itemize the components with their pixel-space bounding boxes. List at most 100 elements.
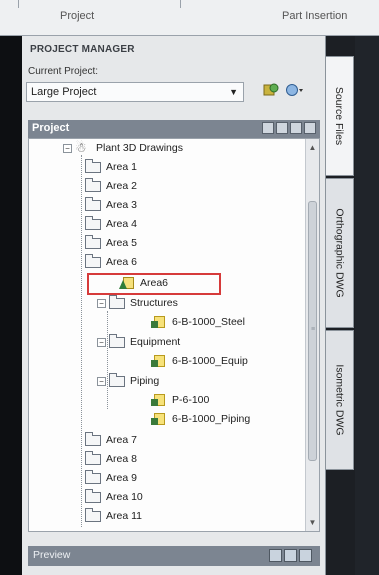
tree-node-area-8[interactable]: Area 8 [85, 450, 137, 468]
vertical-tab-strip: Source Files Orthographic DWG Isometric … [326, 56, 354, 476]
tree-header-label: Project [32, 122, 70, 134]
tree-node-label: Area 10 [106, 491, 143, 503]
tab-label: Orthographic DWG [333, 208, 346, 298]
tree-node-area-3[interactable]: Area 3 [85, 196, 137, 214]
drawing-file-icon [151, 412, 167, 426]
tree-node-label: Area 5 [106, 237, 137, 249]
project-manager-panel: PROJECT MANAGER Current Project: Large P… [22, 36, 326, 575]
folder-icon [109, 333, 125, 348]
tree-node-label: Plant 3D Drawings [96, 142, 183, 154]
tree-node-area-5[interactable]: Area 5 [85, 234, 137, 252]
ribbon-separator [180, 0, 181, 8]
tree-node-label: Piping [130, 375, 160, 387]
folder-icon [85, 450, 101, 465]
scroll-thumb[interactable]: ≡ [308, 201, 317, 461]
tree-node-label: Structures [130, 297, 178, 309]
preview-thumbnail-icon[interactable] [269, 549, 282, 562]
folder-icon [85, 507, 101, 522]
tree-node-area-1[interactable]: Area 1 [85, 158, 137, 176]
drawing-file-icon [151, 393, 167, 407]
left-dark-strip [0, 36, 22, 575]
tree-node-label: 6-B-1000_Equip [172, 355, 248, 367]
tree-node-area-7[interactable]: Area 7 [85, 431, 137, 449]
collapse-icon[interactable]: − [97, 298, 106, 308]
tree-node-label: Area 3 [106, 199, 137, 211]
preview-toolbar [269, 549, 312, 562]
tree-node-piping[interactable]: − Piping [97, 372, 159, 390]
tab-isometric-dwg[interactable]: Isometric DWG [326, 330, 354, 470]
chevron-down-icon[interactable]: ▼ [229, 87, 238, 97]
current-project-value: Large Project [31, 86, 97, 98]
panel-title: PROJECT MANAGER [30, 44, 135, 55]
preview-details-icon[interactable] [284, 549, 297, 562]
details-view-icon[interactable] [262, 122, 274, 134]
folder-icon [109, 372, 125, 387]
tree-node-area-2[interactable]: Area 2 [85, 177, 137, 195]
tree-node-label: Area 8 [106, 453, 137, 465]
folder-icon [109, 294, 125, 309]
folder-icon [85, 158, 101, 173]
tree-header-toolbar [262, 122, 316, 134]
folder-icon [85, 234, 101, 249]
folder-icon [85, 253, 101, 268]
tree-node-p-6-100[interactable]: P-6-100 [151, 391, 209, 409]
tree-node-label: 6-B-1000_Piping [172, 413, 251, 425]
refresh-icon[interactable] [290, 122, 302, 134]
selection-highlight-box [87, 273, 221, 295]
preview-bar: Preview [28, 546, 320, 566]
scroll-up-icon[interactable]: ▲ [306, 141, 319, 154]
tree-node-label: Area 1 [106, 161, 137, 173]
tree-node-root[interactable]: − ☃ Plant 3D Drawings [63, 139, 183, 157]
folder-icon [85, 177, 101, 192]
tab-label: Source Files [333, 86, 346, 146]
preview-options-icon[interactable] [299, 549, 312, 562]
drawing-file-icon [151, 315, 167, 329]
project-settings-icon[interactable] [260, 80, 282, 100]
ribbon-tab-project[interactable]: Project [60, 10, 94, 22]
tree-node-label: Equipment [130, 336, 181, 348]
collapse-icon[interactable]: − [97, 337, 106, 347]
tab-label: Isometric DWG [333, 364, 346, 436]
tree-node-label: Area 7 [106, 434, 137, 446]
options-icon[interactable] [304, 122, 316, 134]
tree-node-label: 6-B-1000_Steel [172, 316, 245, 328]
ribbon-separator [18, 0, 19, 8]
folder-icon [85, 469, 101, 484]
ribbon-tab-part-insertion[interactable]: Part Insertion [282, 10, 347, 22]
collapse-icon[interactable]: − [97, 376, 106, 386]
tree-connector [107, 311, 108, 409]
current-project-dropdown[interactable]: Large Project ▼ [26, 82, 244, 102]
tree-node-area-11[interactable]: Area 11 [85, 507, 142, 525]
folder-icon [85, 196, 101, 211]
folder-icon [85, 488, 101, 503]
tree-node-area-10[interactable]: Area 10 [85, 488, 143, 506]
tree-node-structures[interactable]: − Structures [97, 294, 178, 312]
drawings-root-icon: ☃ [75, 140, 87, 155]
project-menu-icon[interactable] [284, 80, 306, 100]
tree-node-area-9[interactable]: Area 9 [85, 469, 137, 487]
ribbon-tab-bar: Project Part Insertion [0, 0, 379, 36]
tree-node-label: Area 4 [106, 218, 137, 230]
tree-header: Project [28, 120, 320, 138]
tree-node-area-4[interactable]: Area 4 [85, 215, 137, 233]
drawing-area-edge [355, 36, 379, 575]
current-project-label: Current Project: [28, 66, 99, 77]
tree-node-6-b-1000-piping[interactable]: 6-B-1000_Piping [151, 410, 250, 428]
tree-node-area-6[interactable]: Area 6 [85, 253, 137, 271]
tree-node-6-b-1000-steel[interactable]: 6-B-1000_Steel [151, 313, 245, 331]
tree-node-6-b-1000-equip[interactable]: 6-B-1000_Equip [151, 352, 248, 370]
tree-node-equipment[interactable]: − Equipment [97, 333, 180, 351]
tab-orthographic-dwg[interactable]: Orthographic DWG [326, 178, 354, 328]
list-view-icon[interactable] [276, 122, 288, 134]
tree-scrollbar[interactable]: ▲ ≡ ▼ [305, 139, 319, 531]
project-tree: − ☃ Plant 3D Drawings Area 1 Area 2 Area… [28, 138, 320, 532]
tree-node-label: Area 2 [106, 180, 137, 192]
tree-node-label: Area 11 [106, 510, 142, 522]
tree-node-label: P-6-100 [172, 394, 210, 406]
scroll-down-icon[interactable]: ▼ [306, 516, 319, 529]
tab-source-files[interactable]: Source Files [326, 56, 354, 176]
collapse-icon[interactable]: − [63, 143, 72, 153]
drawing-file-icon [151, 354, 167, 368]
folder-icon [85, 431, 101, 446]
folder-icon [85, 215, 101, 230]
